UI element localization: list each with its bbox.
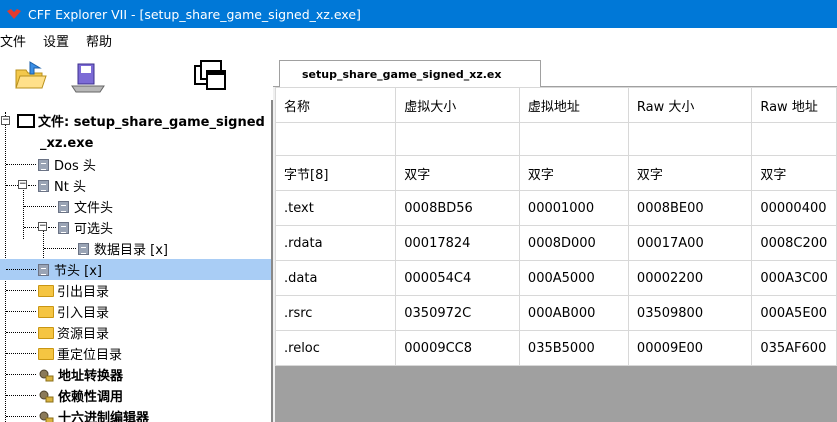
section-headers-grid: 名称 虚拟大小 虚拟地址 Raw 大小 Raw 地址 字节[8] 双字 双字 双…	[274, 87, 837, 422]
tree-item-dependency-walker[interactable]: 依赖性调用	[38, 385, 123, 406]
table-cell[interactable]: .rdata	[274, 225, 397, 261]
type-cell: 字节[8]	[274, 155, 397, 191]
table-cell[interactable]: .data	[274, 260, 397, 296]
table-row[interactable]: .text 0008BD56 00001000 0008BE00 0000040…	[274, 190, 837, 226]
table-row[interactable]: .reloc 00009CC8 035B5000 00009E00 035AF6…	[274, 330, 837, 366]
table-cell[interactable]: 0008C200	[751, 225, 837, 261]
collapse-toggle[interactable]: −	[38, 222, 47, 231]
collapse-toggle[interactable]: −	[1, 116, 10, 125]
table-cell[interactable]: 00002200	[627, 260, 753, 296]
tree-item-file-header[interactable]: 文件头	[58, 196, 113, 217]
document-icon	[38, 179, 49, 192]
window-icon	[17, 113, 35, 128]
folder-icon	[38, 305, 54, 318]
column-header[interactable]: 虚拟地址	[518, 87, 629, 123]
title-bar: CFF Explorer VII - [setup_share_game_sig…	[0, 0, 837, 28]
tree-item-section-headers[interactable]: 节头 [x]	[0, 259, 271, 280]
save-icon[interactable]	[70, 58, 106, 94]
table-cell[interactable]: 0008BE00	[627, 190, 753, 226]
table-cell[interactable]: 035AF600	[751, 330, 837, 366]
tab-file[interactable]: setup_share_game_signed_xz.ex	[279, 60, 541, 88]
tree-item-address-converter[interactable]: 地址转换器	[38, 364, 123, 385]
open-file-icon[interactable]	[12, 58, 48, 94]
window-title: CFF Explorer VII - [setup_share_game_sig…	[28, 6, 361, 22]
column-header[interactable]: 虚拟大小	[395, 87, 520, 123]
table-cell[interactable]: .text	[274, 190, 397, 226]
table-cell[interactable]: .reloc	[274, 330, 397, 366]
gear-icon	[39, 390, 54, 402]
table-cell[interactable]: 00009E00	[627, 330, 753, 366]
type-cell: 双字	[518, 155, 629, 191]
column-header[interactable]: 名称	[274, 87, 397, 123]
table-row[interactable]: .rsrc 0350972C 000AB000 03509800 000A5E0…	[274, 295, 837, 331]
section-table: 名称 虚拟大小 虚拟地址 Raw 大小 Raw 地址 字节[8] 双字 双字 双…	[274, 87, 837, 366]
table-cell[interactable]: 035B5000	[518, 330, 629, 366]
table-cell[interactable]: 00009CC8	[395, 330, 520, 366]
tree-guide-line	[43, 226, 44, 260]
table-cell[interactable]: 0350972C	[395, 295, 520, 331]
tree-item-data-directories[interactable]: 数据目录 [x]	[78, 238, 168, 259]
menu-file[interactable]: 文件	[0, 31, 43, 50]
tree-item-dos-header[interactable]: Dos 头	[38, 154, 96, 175]
tree-item-optional-header[interactable]: 可选头	[58, 217, 113, 238]
tree-item-nt-header[interactable]: Nt 头	[38, 175, 86, 196]
type-cell: 双字	[751, 155, 837, 191]
collapse-toggle[interactable]: −	[18, 180, 27, 189]
tree-item-resource-directory[interactable]: 资源目录	[38, 322, 109, 343]
tab-label: setup_share_game_signed_xz.ex	[302, 68, 502, 81]
gear-icon	[39, 369, 54, 381]
table-cell[interactable]: 000A3C00	[751, 260, 837, 296]
table-type-row: 字节[8] 双字 双字 双字 双字	[274, 155, 837, 191]
column-header[interactable]: Raw 大小	[627, 87, 753, 123]
tree-view: − 文件: setup_share_game_signed _xz.exe Do…	[0, 100, 273, 422]
table-cell[interactable]: 0008BD56	[395, 190, 520, 226]
tree-item-root-cont: _xz.exe	[40, 136, 94, 151]
document-icon	[38, 263, 49, 276]
table-cell[interactable]: 03509800	[627, 295, 753, 331]
table-cell[interactable]: 00000400	[751, 190, 837, 226]
table-cell[interactable]: .rsrc	[274, 295, 397, 331]
table-cell[interactable]: 000054C4	[395, 260, 520, 296]
folder-icon	[38, 326, 54, 339]
type-cell: 双字	[627, 155, 753, 191]
folder-icon	[38, 347, 54, 360]
table-cell[interactable]: 000AB000	[518, 295, 629, 331]
table-cell[interactable]: 0008D000	[518, 225, 629, 261]
table-cell[interactable]: 000A5E00	[751, 295, 837, 331]
table-cell[interactable]: 000A5000	[518, 260, 629, 296]
tree-guide-line	[23, 184, 24, 239]
type-cell: 双字	[395, 155, 520, 191]
document-icon	[58, 221, 69, 234]
tree-item-export-directory[interactable]: 引出目录	[38, 280, 109, 301]
table-cell[interactable]: 00017A00	[627, 225, 753, 261]
table-row[interactable]: .rdata 00017824 0008D000 00017A00 0008C2…	[274, 225, 837, 261]
table-cell[interactable]: 00001000	[518, 190, 629, 226]
column-header[interactable]: Raw 地址	[751, 87, 837, 123]
menu-bar: 文件 设置 帮助	[0, 28, 837, 52]
tree-item-hex-editor[interactable]: 十六进制编辑器	[38, 406, 149, 422]
document-icon	[38, 158, 49, 171]
table-row[interactable]: .data 000054C4 000A5000 00002200 000A3C0…	[274, 260, 837, 296]
menu-help[interactable]: 帮助	[86, 31, 120, 50]
table-header-row: 名称 虚拟大小 虚拟地址 Raw 大小 Raw 地址	[274, 87, 837, 123]
menu-settings[interactable]: 设置	[43, 31, 86, 50]
table-cell[interactable]: 00017824	[395, 225, 520, 261]
tab-strip: setup_share_game_signed_xz.ex	[273, 52, 837, 88]
tree-item-import-directory[interactable]: 引入目录	[38, 301, 109, 322]
windows-icon[interactable]	[192, 58, 228, 94]
document-icon	[78, 242, 89, 255]
toolbar	[0, 52, 273, 100]
document-icon	[58, 200, 69, 213]
tree-item-relocation-directory[interactable]: 重定位目录	[38, 343, 122, 364]
table-blank-row	[274, 122, 837, 156]
gear-icon	[39, 411, 54, 422]
tree-item-root[interactable]: 文件: setup_share_game_signed	[17, 110, 265, 131]
app-logo-icon	[7, 9, 21, 19]
folder-icon	[38, 284, 54, 297]
